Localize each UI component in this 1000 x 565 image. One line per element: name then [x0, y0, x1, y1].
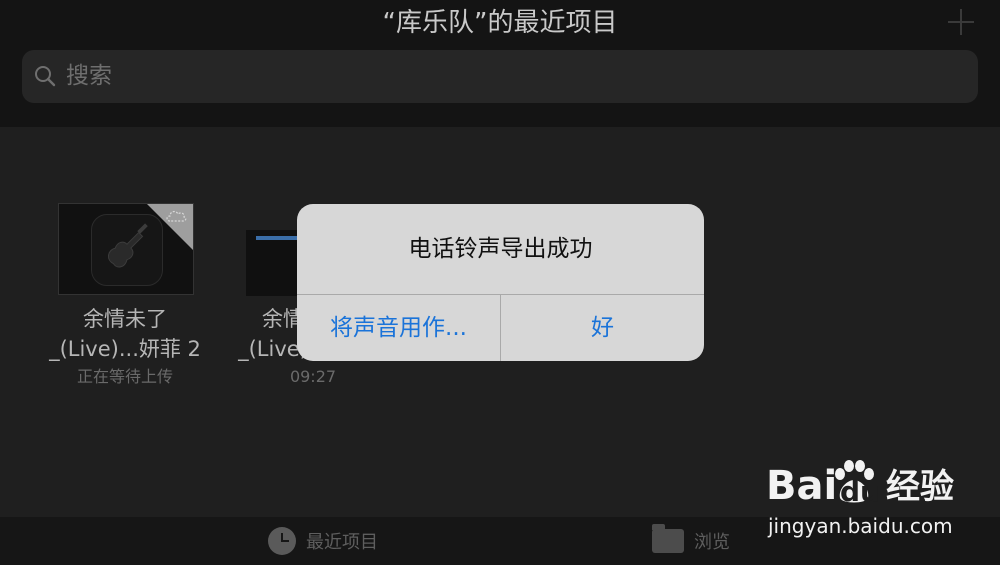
watermark-brand-left: Bai [766, 463, 838, 509]
cloud-icon [166, 210, 187, 222]
watermark-brand-right: du [840, 475, 880, 508]
watermark-product: 经验 [886, 467, 954, 507]
tab-recent-label: 最近项目 [306, 532, 378, 553]
clock-icon [268, 527, 296, 555]
use-sound-as-button[interactable]: 将声音用作... [297, 295, 500, 361]
folder-icon [652, 524, 684, 553]
screen: “库乐队”的最近项目 搜索 余情未了 _(Live)...妍菲 2 正在等待上传… [0, 0, 1000, 565]
watermark-url: jingyan.baidu.com [768, 514, 953, 538]
project-duration: 09:27 [289, 367, 337, 386]
alert-dialog: 电话铃声导出成功 将声音用作... 好 [297, 204, 704, 361]
alert-title: 电话铃声导出成功 [408, 236, 593, 262]
add-button[interactable] [948, 9, 974, 35]
page-title: “库乐队”的最近项目 [382, 8, 618, 38]
project-thumbnail[interactable] [58, 203, 194, 295]
search-field[interactable]: 搜索 [22, 50, 978, 103]
ok-button[interactable]: 好 [501, 295, 704, 361]
search-icon [35, 66, 56, 87]
tab-recent[interactable]: 最近项目 [268, 525, 378, 557]
baidu-jingyan-watermark: Bai du 经验 jingyan.baidu.com [766, 460, 986, 550]
tab-browse-label: 浏览 [694, 532, 730, 553]
search-placeholder: 搜索 [66, 63, 112, 89]
header: “库乐队”的最近项目 搜索 [0, 0, 1000, 127]
tab-browse[interactable]: 浏览 [652, 524, 730, 557]
project-status: 正在等待上传 [76, 367, 173, 386]
